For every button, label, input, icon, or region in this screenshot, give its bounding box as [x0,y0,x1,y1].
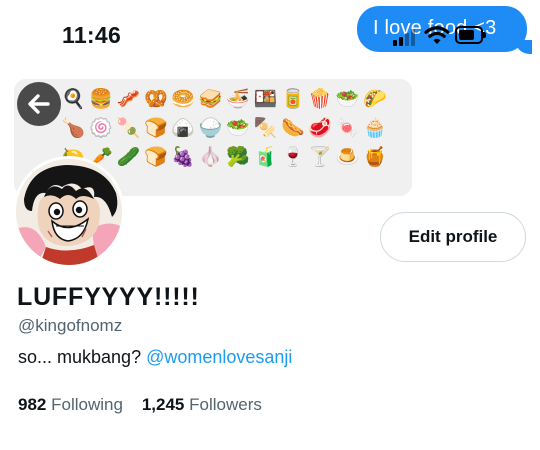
banner-emoji: 🥫 [280,88,305,110]
back-button[interactable] [17,82,61,126]
battery-icon [455,26,483,44]
banner-emoji: 🍡 [116,117,141,139]
user-handle: @kingofnomz [18,316,123,335]
banner-emoji: 🍿 [308,88,333,110]
banner-emoji: 🍜 [226,88,250,110]
banner-emoji: 🥦 [226,146,250,168]
banner-emoji-grid: 🍳🍔🥓🥨🥯🥪🍜🍱🥫🍿🥗🌮🍗🍥🍡🍞🍙🍚🥗🍢🌭🥩🍬🧁🍋🥕🥒🍞🍇🧄🥦🧃🍷🍸🍮🍯 [60,85,389,172]
banner-emoji: 🧄 [198,146,223,168]
banner-emoji: 🍱 [253,88,278,110]
status-time: 11:46 [62,22,122,48]
banner-emoji: 🍇 [171,146,196,168]
banner-emoji: 🍞 [144,146,168,168]
back-arrow-icon [28,94,50,114]
banner-emoji: 🍗 [61,117,86,139]
banner-emoji: 🍢 [253,117,278,139]
banner-emoji: 🍬 [335,117,360,139]
banner-emoji: 🧃 [253,146,278,168]
banner-emoji: 🥪 [198,88,223,110]
followers-link[interactable]: 1,245 Followers [142,395,262,414]
banner-emoji: 🍚 [198,117,223,139]
wifi-icon [424,26,450,44]
avatar-image [16,159,122,265]
banner-emoji: 🍮 [335,146,360,168]
banner-emoji: 🍞 [144,117,168,139]
banner-emoji: 🍷 [280,146,305,168]
banner-emoji: 🍥 [89,117,113,139]
bio: so... mukbang? @womenlovesanji [18,347,292,368]
avatar[interactable] [13,156,125,268]
banner-emoji: 🍔 [89,88,113,110]
banner-emoji: 🍳 [61,88,86,110]
followers-count: 1,245 [141,395,185,414]
banner-emoji: 🥯 [171,88,196,110]
banner-emoji: 🥓 [116,88,141,110]
banner-emoji: 🥩 [308,117,333,139]
bio-text: so... mukbang? [18,347,147,367]
following-label: Following [51,395,123,414]
followers-label: Followers [189,395,262,414]
banner-emoji: 🥒 [116,146,141,168]
follow-stats: 982 Following 1,245 Followers [18,395,262,415]
status-icons [393,24,493,48]
banner-emoji: 🍯 [363,146,387,168]
banner-emoji: 🍙 [171,117,196,139]
banner-emoji: 🥗 [335,88,360,110]
banner-emoji: 🥨 [144,88,168,110]
display-name: LUFFYYYY!!!!! [17,283,200,311]
banner-emoji: 🌮 [363,88,387,110]
banner-emoji: 🧁 [363,117,387,139]
edit-profile-button[interactable]: Edit profile [380,212,526,262]
banner-emoji: 🌭 [280,117,305,139]
following-count: 982 [18,395,47,414]
banner-emoji: 🥗 [226,117,250,139]
bio-mention-link[interactable]: @womenlovesanji [146,347,292,367]
banner-emoji: 🍸 [308,146,333,168]
following-link[interactable]: 982 Following [18,395,128,414]
